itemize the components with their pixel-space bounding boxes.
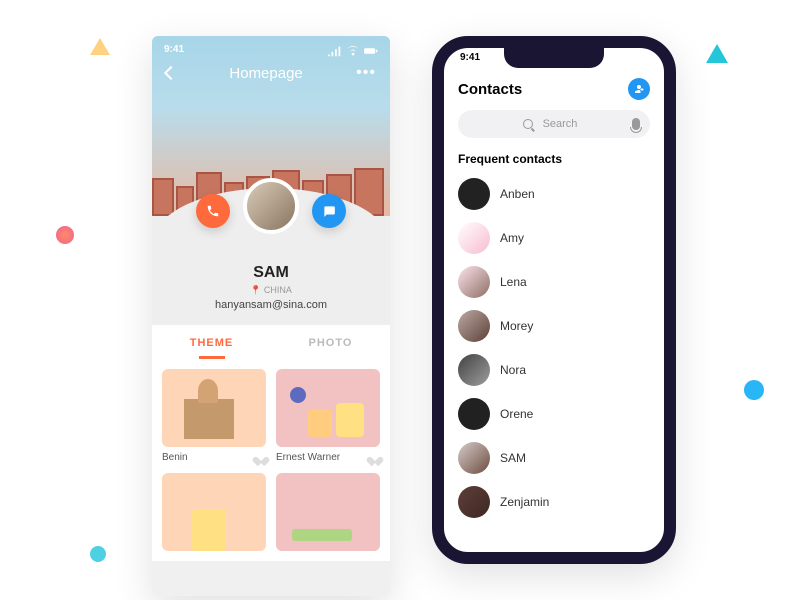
battery-icon	[364, 44, 378, 58]
theme-card[interactable]: Benin	[162, 369, 266, 463]
message-button[interactable]	[312, 194, 346, 228]
theme-card[interactable]	[162, 473, 266, 551]
profile-email: hanyansam@sina.com	[152, 299, 390, 311]
contact-item[interactable]: SAM	[458, 436, 650, 480]
phone-icon	[206, 204, 220, 218]
search-placeholder: Search	[543, 118, 578, 130]
tab-photo[interactable]: PHOTO	[271, 325, 390, 359]
signal-icon	[328, 44, 342, 58]
theme-thumbnail	[162, 369, 266, 447]
section-heading: Frequent contacts	[444, 148, 664, 170]
tabs: THEME PHOTO	[152, 325, 390, 359]
pin-icon: 📍	[250, 285, 261, 295]
profile-location: 📍 CHINA	[152, 285, 390, 296]
tab-theme[interactable]: THEME	[152, 325, 271, 359]
search-icon	[523, 119, 533, 129]
contact-item[interactable]: Nora	[458, 348, 650, 392]
chat-icon	[322, 204, 336, 218]
theme-thumbnail	[276, 369, 380, 447]
heart-icon[interactable]	[370, 453, 380, 463]
add-user-icon	[633, 83, 645, 95]
theme-card[interactable]: Ernest Warner	[276, 369, 380, 463]
profile-name: SAM	[152, 264, 390, 282]
heart-icon[interactable]	[256, 453, 266, 463]
mic-icon[interactable]	[632, 118, 640, 130]
search-input[interactable]: Search	[458, 110, 650, 138]
status-time: 9:41	[164, 44, 184, 58]
theme-thumbnail	[276, 473, 380, 551]
more-icon[interactable]: •••	[356, 64, 376, 82]
homepage-phone: 9:41 Homepage •••	[152, 36, 390, 596]
status-time: 9:41	[460, 52, 480, 63]
decor-triangle	[90, 38, 110, 55]
decor-dot	[90, 546, 106, 562]
contacts-list: Anben Amy Lena Morey Nora Orene SAM Zenj…	[444, 170, 664, 526]
back-icon[interactable]	[164, 66, 178, 80]
theme-thumbnail	[162, 473, 266, 551]
theme-card[interactable]	[276, 473, 380, 551]
page-title: Homepage	[229, 65, 302, 82]
contact-item[interactable]: Amy	[458, 216, 650, 260]
status-icons	[328, 44, 378, 58]
theme-name: Ernest Warner	[276, 452, 340, 463]
contact-item[interactable]: Zenjamin	[458, 480, 650, 524]
contact-item[interactable]: Anben	[458, 172, 650, 216]
theme-name: Benin	[162, 452, 188, 463]
theme-grid: Benin Ernest Warner	[152, 359, 390, 561]
status-bar: 9:41	[152, 44, 390, 58]
add-contact-button[interactable]	[628, 78, 650, 100]
contact-item[interactable]: Lena	[458, 260, 650, 304]
contact-item[interactable]: Morey	[458, 304, 650, 348]
contact-item[interactable]: Orene	[458, 392, 650, 436]
contacts-title: Contacts	[458, 81, 522, 98]
profile-section: SAM 📍 CHINA hanyansam@sina.com	[152, 216, 390, 325]
nav-bar: Homepage •••	[152, 64, 390, 82]
notch	[504, 46, 604, 68]
decor-dot	[744, 380, 764, 400]
call-button[interactable]	[196, 194, 230, 228]
wifi-icon	[346, 44, 360, 58]
decor-dot	[56, 226, 74, 244]
profile-avatar[interactable]	[243, 178, 299, 234]
contacts-phone: 9:41 Contacts Search Frequent contacts A…	[432, 36, 676, 564]
decor-triangle	[706, 44, 728, 63]
